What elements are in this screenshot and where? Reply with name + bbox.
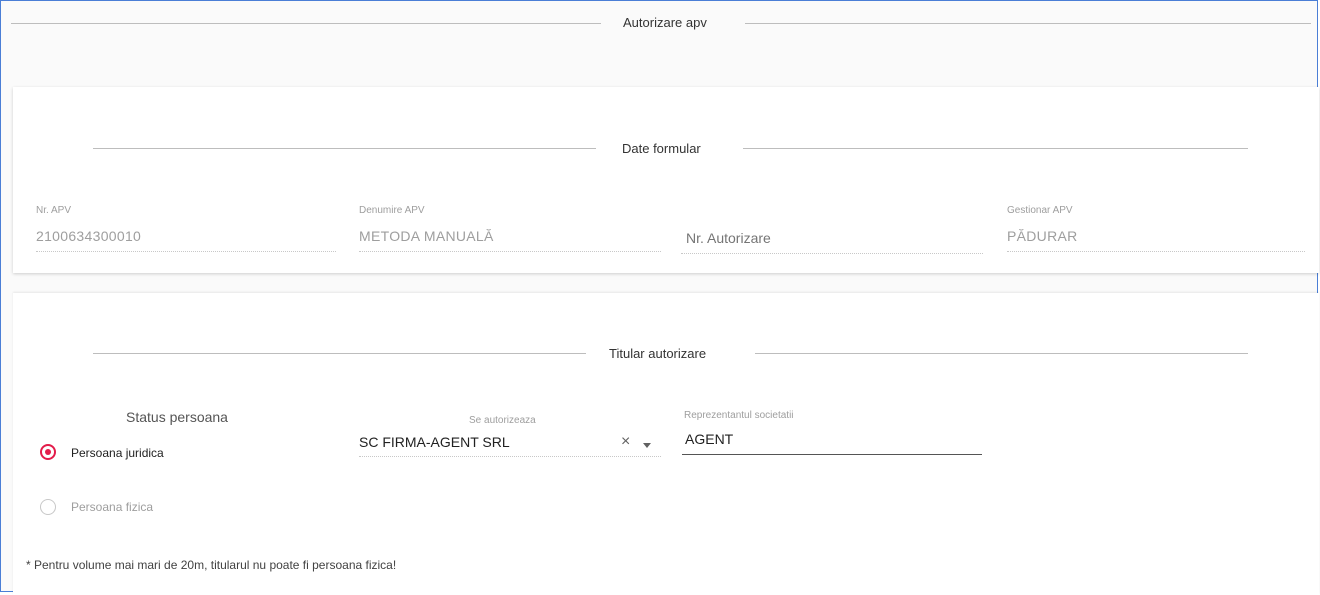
holder-card: Titular autorizare Status persoana Perso… [13,293,1319,595]
volume-note: * Pentru volume mai mari de 20m, titular… [26,558,397,572]
chevron-down-icon[interactable] [643,443,651,448]
section-header-line-right [745,23,1311,24]
denumire-apv-value: METODA MANUALĂ [359,228,494,244]
holder-title: Titular autorizare [609,346,707,361]
holder-line-left [93,353,586,354]
nr-apv-underline [36,251,336,252]
reprezentant-value[interactable]: AGENT [685,431,733,447]
holder-line-right [755,353,1248,354]
gestionar-apv-underline [1007,251,1305,252]
denumire-apv-underline [359,251,661,252]
nr-autorizare-underline [681,253,983,254]
gestionar-apv-value: PĂDURAR [1007,228,1078,244]
se-autorizeaza-underline [359,456,661,457]
section-header-line-left [11,23,601,24]
section-title: Autorizare apv [623,15,707,30]
reprezentant-underline [682,454,982,455]
radio-label-fizica[interactable]: Persoana fizica [71,500,153,514]
nr-autorizare-placeholder: Nr. Autorizare [686,230,771,246]
radio-checked-icon[interactable] [40,444,56,460]
clear-icon[interactable]: × [621,434,630,450]
form-data-line-left [93,148,596,149]
se-autorizeaza-value[interactable]: SC FIRMA-AGENT SRL [359,434,510,450]
form-data-title: Date formular [622,141,701,156]
radio-unchecked-icon[interactable] [40,499,56,515]
gestionar-apv-label: Gestionar APV [1007,205,1073,216]
reprezentant-label: Reprezentantul societatii [684,410,794,421]
se-autorizeaza-label: Se autorizeaza [469,415,536,426]
radio-label-juridica[interactable]: Persoana juridica [71,446,164,460]
nr-apv-label: Nr. APV [36,205,72,216]
denumire-apv-label: Denumire APV [359,205,425,216]
nr-apv-value: 2100634300010 [36,228,142,244]
status-persoana-title: Status persoana [126,409,228,425]
main-frame: Autorizare apv Date formular Nr. APV 210… [0,0,1319,595]
form-data-line-right [743,148,1248,149]
form-data-card: Date formular Nr. APV 2100634300010 Denu… [13,87,1319,273]
